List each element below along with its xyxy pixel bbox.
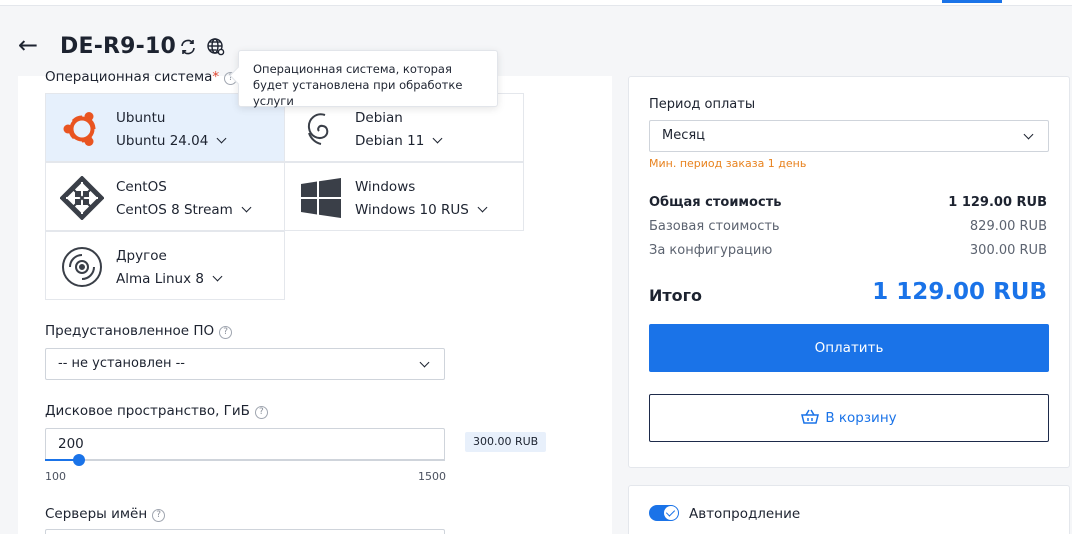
page-header: ← DE-R9-10	[0, 6, 1072, 76]
os-option-centos[interactable]: CentOS CentOS 8 Stream	[45, 162, 285, 231]
preinstalled-select[interactable]: -- не установлен --	[45, 348, 445, 380]
config-cost-value: 300.00 RUB	[969, 243, 1047, 258]
chevron-down-icon	[432, 133, 443, 144]
basket-icon	[801, 409, 820, 424]
os-name: Ubuntu	[116, 110, 166, 126]
help-tooltip: Операционная система, которая будет уста…	[238, 50, 498, 108]
os-label: Операционная система*?	[45, 69, 238, 85]
help-icon[interactable]: ?	[219, 326, 233, 339]
pay-button[interactable]: Оплатить	[649, 324, 1049, 372]
disk-label: Дисковое пространство, ГиБ?	[45, 403, 268, 419]
os-option-windows[interactable]: Windows Windows 10 RUS	[284, 162, 524, 231]
windows-logo-icon	[299, 176, 343, 220]
base-cost-label: Базовая стоимость	[649, 219, 780, 234]
autorenew-card: Автопродление	[628, 485, 1070, 534]
disc-icon	[60, 245, 104, 289]
chevron-down-icon	[241, 202, 252, 213]
os-name: Windows	[355, 179, 416, 195]
total-cost-value: 1 129.00 RUB	[948, 195, 1047, 210]
help-icon[interactable]: ?	[254, 406, 268, 419]
disk-slider-track[interactable]	[45, 459, 445, 461]
nameservers-field[interactable]	[45, 529, 445, 534]
base-cost-value: 829.00 RUB	[969, 219, 1047, 234]
period-label: Период оплаты	[649, 97, 756, 112]
chevron-down-icon	[477, 202, 488, 213]
order-summary-card: Период оплаты Месяц Мин. период заказа 1…	[628, 76, 1070, 468]
slider-min-label: 100	[45, 470, 66, 483]
centos-logo-icon	[59, 175, 105, 221]
disk-price-badge: 300.00 RUB	[465, 432, 547, 452]
os-name: Debian	[355, 110, 403, 126]
os-version-select[interactable]: CentOS 8 Stream	[116, 202, 252, 218]
autorenew-label: Автопродление	[689, 506, 801, 522]
required-mark: *	[212, 69, 220, 85]
period-select[interactable]: Месяц	[649, 120, 1049, 152]
page-title: DE-R9-10	[60, 34, 177, 59]
debian-logo-icon	[299, 107, 343, 151]
help-icon[interactable]: ?	[152, 509, 166, 522]
preinstalled-label: Предустановленное ПО?	[45, 323, 233, 339]
back-arrow-icon[interactable]: ←	[18, 33, 44, 57]
autorenew-toggle[interactable]	[649, 505, 679, 521]
grand-total-label: Итого	[649, 286, 703, 305]
disk-size-input[interactable]: 200	[45, 428, 445, 460]
os-version-select[interactable]: Ubuntu 24.04	[116, 133, 227, 149]
os-version-select[interactable]: Alma Linux 8	[116, 271, 223, 287]
disk-slider-thumb[interactable]	[73, 454, 85, 466]
active-nav-indicator	[942, 0, 1002, 3]
nameservers-label: Серверы имён?	[45, 506, 166, 522]
add-to-cart-button[interactable]: В корзину	[649, 394, 1049, 442]
os-version-select[interactable]: Debian 11	[355, 133, 443, 149]
toggle-knob	[664, 506, 678, 520]
slider-max-label: 1500	[418, 470, 446, 483]
ubuntu-logo-icon	[60, 107, 104, 151]
os-version-select[interactable]: Windows 10 RUS	[355, 202, 488, 218]
os-option-other[interactable]: Другое Alma Linux 8	[45, 231, 285, 300]
total-cost-label: Общая стоимость	[649, 195, 782, 210]
chevron-down-icon	[1023, 129, 1034, 140]
grand-total-value: 1 129.00 RUB	[872, 279, 1047, 305]
globe-settings-icon[interactable]	[206, 37, 226, 57]
os-name: Другое	[116, 248, 167, 264]
period-note: Мин. период заказа 1 день	[649, 157, 807, 170]
config-cost-label: За конфигурацию	[649, 243, 773, 258]
chevron-down-icon	[419, 357, 430, 368]
refresh-icon[interactable]	[178, 37, 198, 57]
os-name: CentOS	[116, 179, 167, 195]
chevron-down-icon	[212, 271, 223, 282]
chevron-down-icon	[216, 133, 227, 144]
